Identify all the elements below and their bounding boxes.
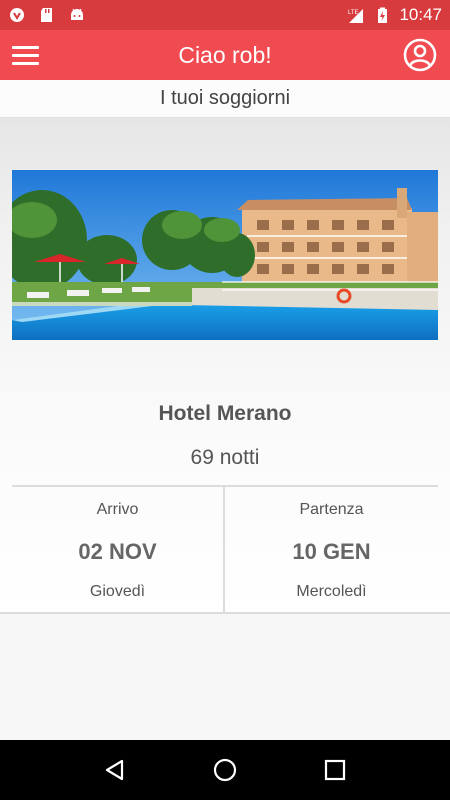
hamburger-menu-icon bbox=[12, 45, 39, 49]
recents-button[interactable] bbox=[315, 750, 355, 790]
menu-button[interactable] bbox=[12, 40, 42, 70]
departure-block: Partenza 10 GEN Mercoledì bbox=[225, 487, 438, 612]
card-divider bbox=[0, 612, 450, 614]
hotel-name: Hotel Merano bbox=[158, 402, 292, 425]
arrival-block: Arrivo 02 NOV Giovedì bbox=[12, 487, 225, 612]
arrival-label: Arrivo bbox=[96, 501, 139, 518]
status-system: LTE 10:47 bbox=[347, 5, 442, 25]
battery-charging-icon bbox=[378, 7, 388, 23]
nights-count: 69 notti bbox=[190, 446, 260, 469]
departure-date: 10 GEN bbox=[292, 539, 371, 564]
status-time: 10:47 bbox=[399, 5, 442, 24]
arrival-weekday: Giovedì bbox=[89, 583, 146, 600]
section-header: I tuoi soggiorni bbox=[0, 80, 450, 118]
departure-label: Partenza bbox=[299, 501, 364, 518]
status-bar: LTE 10:47 bbox=[0, 0, 450, 30]
app-bar: Ciao rob! bbox=[0, 30, 450, 80]
arrival-date: 02 NOV bbox=[78, 539, 157, 564]
back-icon bbox=[105, 759, 124, 781]
app-title: Ciao rob! bbox=[178, 41, 272, 68]
account-circle-icon[interactable] bbox=[402, 37, 438, 73]
android-icon bbox=[71, 8, 83, 20]
svg-text:LTE: LTE bbox=[348, 10, 359, 16]
status-notifications bbox=[8, 6, 86, 24]
system-nav-bar bbox=[0, 740, 450, 800]
notification-icon bbox=[10, 8, 24, 22]
dates-row: Arrivo 02 NOV Giovedì Partenza 10 GEN Me… bbox=[12, 485, 438, 612]
home-icon bbox=[213, 758, 237, 782]
signal-icon: LTE bbox=[348, 9, 364, 23]
departure-weekday: Mercoledì bbox=[296, 583, 367, 600]
sd-card-icon bbox=[41, 8, 52, 22]
section-title: I tuoi soggiorni bbox=[159, 87, 291, 109]
recents-icon bbox=[324, 759, 346, 781]
home-button[interactable] bbox=[205, 750, 245, 790]
hotel-photo bbox=[12, 170, 438, 340]
back-button[interactable] bbox=[95, 750, 135, 790]
stay-card[interactable]: Hotel Merano 69 notti Arrivo 02 NOV Giov… bbox=[0, 118, 450, 614]
